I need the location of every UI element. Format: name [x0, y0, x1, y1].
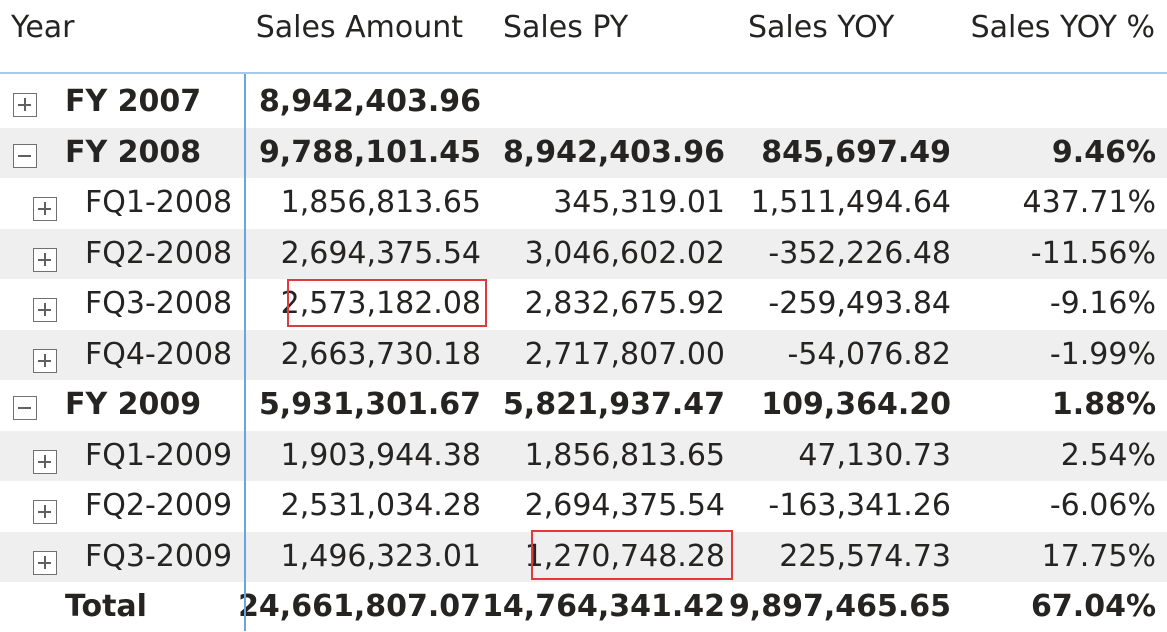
- expand-icon[interactable]: [33, 349, 57, 373]
- row-label: FQ4-2008: [85, 337, 233, 372]
- sales-py-cell: 1,270,748.28: [524, 539, 725, 574]
- row-label: FY 2008: [65, 135, 202, 170]
- quarter-row: FQ3-2008 2,573,182.08 2,832,675.92 -259,493…: [0, 279, 1167, 329]
- sales-yoy-cell: 47,130.73: [798, 438, 951, 473]
- sales-yoy-pct-cell: -1.99%: [1049, 337, 1156, 372]
- sales-yoy-cell: -163,341.26: [768, 488, 951, 523]
- total-sales-yoy-pct: 67.04%: [1031, 589, 1156, 624]
- sales-amount-cell: 2,694,375.54: [280, 236, 481, 271]
- sales-amount-cell: 1,903,944.38: [280, 438, 481, 473]
- expand-icon[interactable]: [33, 551, 57, 575]
- sales-yoy-cell: 845,697.49: [761, 135, 951, 170]
- expand-icon[interactable]: [33, 500, 57, 524]
- total-sales-yoy: 9,897,465.65: [728, 589, 951, 624]
- sales-amount-cell: 2,573,182.08: [280, 286, 481, 321]
- column-header-sales-yoy-pct[interactable]: Sales YOY %: [971, 8, 1155, 48]
- sales-amount-cell: 9,788,101.45: [258, 135, 481, 170]
- column-header-sales-py[interactable]: Sales PY: [503, 8, 628, 48]
- sales-amount-cell: 8,942,403.96: [258, 84, 481, 119]
- sales-py-cell: 2,694,375.54: [524, 488, 725, 523]
- row-label: FQ2-2009: [85, 488, 233, 523]
- quarter-row: FQ3-2009 1,496,323.01 1,270,748.28 225,574.…: [0, 532, 1167, 582]
- sales-yoy-pct-cell: 9.46%: [1051, 135, 1156, 170]
- quarter-row: FQ4-2008 2,663,730.18 2,717,807.00 -54,076.…: [0, 330, 1167, 380]
- column-header-year[interactable]: Year: [11, 8, 75, 48]
- quarter-row: FQ1-2009 1,903,944.38 1,856,813.65 47,130.7…: [0, 431, 1167, 481]
- sales-amount-cell: 1,856,813.65: [280, 185, 481, 220]
- sales-yoy-cell: 109,364.20: [761, 387, 951, 422]
- sales-yoy-pct-cell: 2.54%: [1060, 438, 1156, 473]
- sales-amount-cell: 2,531,034.28: [280, 488, 481, 523]
- year-row: FY 2009 5,931,301.67 5,821,937.47 109,364.2…: [0, 380, 1167, 430]
- total-sales-amount: 24,661,807.07: [238, 589, 481, 624]
- row-label: FQ2-2008: [85, 236, 233, 271]
- sales-py-cell: 345,319.01: [553, 185, 725, 220]
- total-sales-py: 14,764,341.42: [482, 589, 725, 624]
- sales-yoy-pct-cell: -11.56%: [1030, 236, 1156, 271]
- quarter-row: FQ2-2008 2,694,375.54 3,046,602.02 -352,226…: [0, 229, 1167, 279]
- sales-yoy-cell: -352,226.48: [768, 236, 951, 271]
- sales-amount-cell: 2,663,730.18: [280, 337, 481, 372]
- sales-py-cell: 2,717,807.00: [524, 337, 725, 372]
- sales-yoy-cell: 225,574.73: [779, 539, 951, 574]
- column-header-sales-amount[interactable]: Sales Amount: [256, 8, 463, 48]
- sales-yoy-cell: -259,493.84: [768, 286, 951, 321]
- column-header-sales-yoy[interactable]: Sales YOY: [748, 8, 894, 48]
- row-label: FQ1-2008: [85, 185, 233, 220]
- matrix-visual: Year Sales Amount Sales PY Sales YOY Sal…: [0, 0, 1167, 631]
- row-label: FQ3-2009: [85, 539, 233, 574]
- collapse-icon[interactable]: [13, 396, 37, 420]
- expand-icon[interactable]: [33, 248, 57, 272]
- sales-py-cell: 2,832,675.92: [524, 286, 725, 321]
- total-label: Total: [65, 589, 147, 624]
- column-header-row: Year Sales Amount Sales PY Sales YOY Sal…: [0, 0, 1167, 74]
- sales-py-cell: 3,046,602.02: [524, 236, 725, 271]
- sales-yoy-cell: -54,076.82: [787, 337, 951, 372]
- sales-py-cell: 8,942,403.96: [502, 135, 725, 170]
- sales-yoy-pct-cell: -9.16%: [1049, 286, 1156, 321]
- row-label: FQ1-2009: [85, 438, 233, 473]
- sales-py-cell: 1,856,813.65: [524, 438, 725, 473]
- row-label: FY 2009: [65, 387, 202, 422]
- quarter-row: FQ1-2008 1,856,813.65 345,319.01 1,511,494.…: [0, 178, 1167, 228]
- year-row: FY 2007 8,942,403.96: [0, 77, 1167, 127]
- sales-yoy-cell: 1,511,494.64: [750, 185, 951, 220]
- quarter-row: FQ2-2009 2,531,034.28 2,694,375.54 -163,341…: [0, 481, 1167, 531]
- row-label: FY 2007: [65, 84, 202, 119]
- sales-amount-cell: 1,496,323.01: [280, 539, 481, 574]
- expand-icon[interactable]: [33, 298, 57, 322]
- sales-yoy-pct-cell: 17.75%: [1041, 539, 1156, 574]
- expand-icon[interactable]: [33, 450, 57, 474]
- row-header-divider: [244, 74, 246, 631]
- expand-icon[interactable]: [33, 197, 57, 221]
- header-divider: [0, 72, 1167, 74]
- collapse-icon[interactable]: [13, 144, 37, 168]
- year-row: FY 2008 9,788,101.45 8,942,403.96 845,697.4…: [0, 128, 1167, 178]
- sales-yoy-pct-cell: -6.06%: [1049, 488, 1156, 523]
- sales-py-cell: 5,821,937.47: [502, 387, 725, 422]
- sales-amount-cell: 5,931,301.67: [258, 387, 481, 422]
- expand-icon[interactable]: [13, 93, 37, 117]
- total-row: Total 24,661,807.07 14,764,341.42 9,897,…: [0, 582, 1167, 632]
- sales-yoy-pct-cell: 437.71%: [1022, 185, 1156, 220]
- sales-yoy-pct-cell: 1.88%: [1051, 387, 1156, 422]
- row-label: FQ3-2008: [85, 286, 233, 321]
